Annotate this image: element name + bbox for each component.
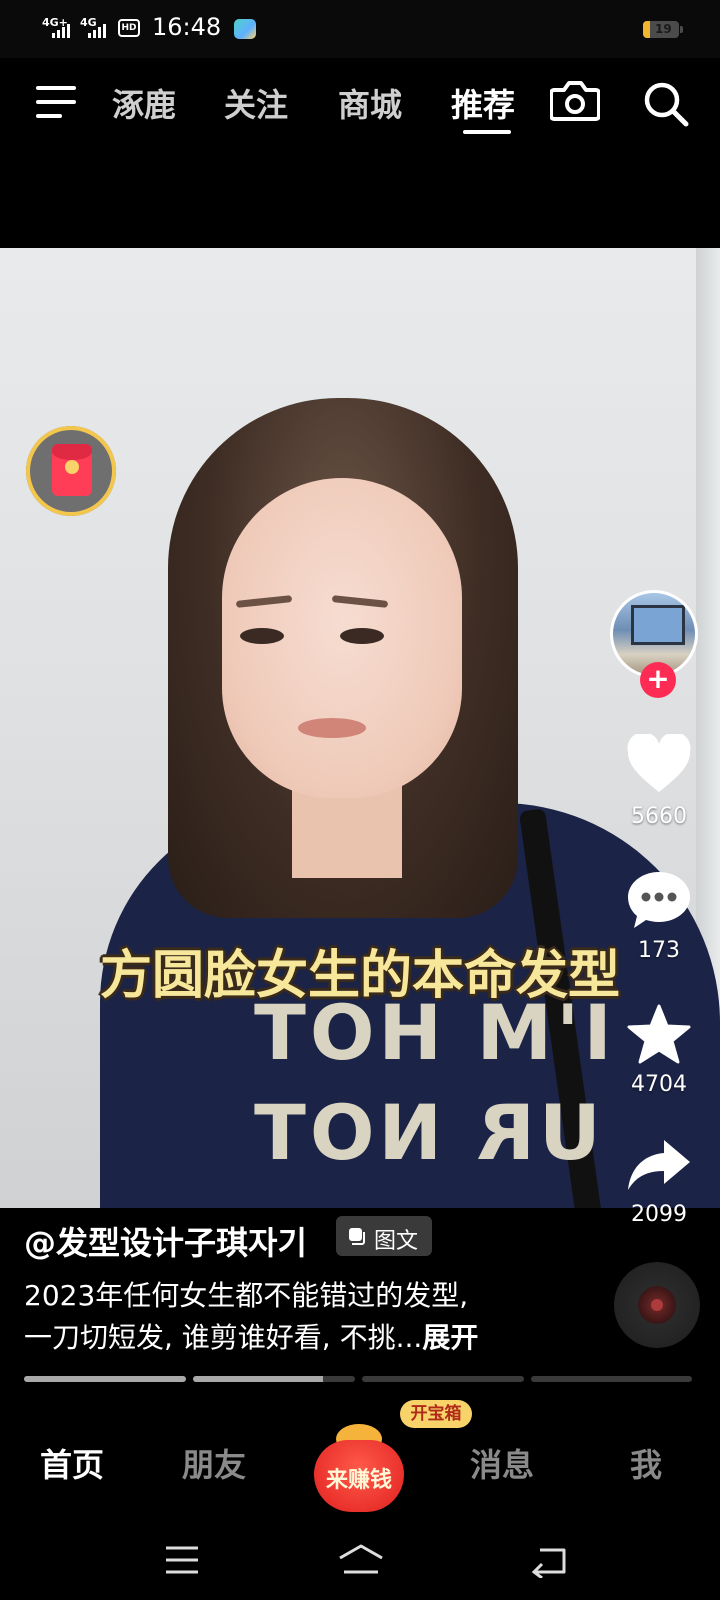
nav-messages[interactable]: 消息 — [470, 1440, 534, 1486]
bottom-nav: 首页 朋友 来赚钱 开宝箱 消息 我 — [0, 1400, 720, 1520]
progress-segment — [24, 1376, 186, 1382]
post-type-badge: 图文 — [336, 1216, 432, 1256]
expand-link[interactable]: 展开 — [422, 1321, 478, 1354]
status-bar: 4G+ 4G HD 16:48 19 — [0, 0, 720, 58]
clock: 16:48 — [152, 13, 222, 41]
nav-me[interactable]: 我 — [630, 1440, 662, 1486]
lips — [298, 718, 366, 738]
home-icon[interactable] — [336, 1542, 386, 1578]
music-disc[interactable] — [614, 1262, 700, 1348]
post-description-line1: 2023年任何女生都不能错过的发型, — [24, 1279, 469, 1312]
earn-money-button[interactable]: 来赚钱 — [310, 1410, 406, 1512]
battery-level — [643, 21, 650, 38]
app-notification-icon — [234, 19, 256, 39]
recent-apps-icon[interactable] — [162, 1542, 202, 1578]
menu-icon[interactable] — [36, 86, 76, 118]
red-envelope-icon — [52, 444, 92, 496]
post-description-line2-text: 一刀切短发, 谁剪谁好看, 不挑... — [24, 1321, 423, 1354]
comment-count: 173 — [638, 938, 680, 963]
camera-icon[interactable] — [549, 78, 601, 122]
shirt-print-line2: UR NOT — [250, 1088, 601, 1177]
nav-friends[interactable]: 朋友 — [182, 1440, 246, 1486]
tab-following[interactable]: 关注 — [224, 80, 288, 126]
battery-percent: 19 — [655, 22, 672, 36]
system-nav-bar — [0, 1520, 720, 1600]
right-eye — [340, 628, 384, 644]
tab-local[interactable]: 涿鹿 — [112, 80, 176, 126]
carousel-progress — [24, 1376, 692, 1382]
post-description-line2: 一刀切短发, 谁剪谁好看, 不挑...展开 — [24, 1316, 478, 1356]
progress-segment — [193, 1376, 355, 1382]
comment-icon[interactable] — [626, 870, 692, 930]
author-name[interactable]: @发型设计子琪자기 — [24, 1218, 307, 1264]
search-icon[interactable] — [642, 80, 690, 128]
video-player[interactable]: I'M HOT UR NOT 方圆脸女生的本命发型 — [0, 248, 720, 1208]
red-packet-button[interactable] — [26, 426, 116, 516]
left-eye — [240, 628, 284, 644]
tab-mall[interactable]: 商城 — [338, 80, 402, 126]
favorite-star-icon[interactable] — [626, 1004, 692, 1064]
active-tab-indicator — [463, 130, 511, 134]
hd-voice-icon: HD — [118, 19, 140, 37]
like-count: 5660 — [631, 804, 687, 829]
back-icon[interactable] — [530, 1542, 570, 1580]
image-post-icon — [348, 1227, 366, 1245]
battery-icon: 19 — [643, 21, 683, 38]
sim2-network-label: 4G — [80, 16, 97, 29]
earn-money-label: 来赚钱 — [325, 1468, 392, 1493]
tab-recommend[interactable]: 推荐 — [451, 80, 515, 126]
progress-segment — [531, 1376, 692, 1382]
post-type-label: 图文 — [374, 1229, 419, 1254]
favorite-count: 4704 — [631, 1072, 687, 1097]
treasure-chest-badge[interactable]: 开宝箱 — [400, 1400, 472, 1428]
top-nav: 涿鹿 关注 商城 推荐 — [0, 58, 720, 148]
share-count: 2099 — [631, 1202, 687, 1227]
follow-plus-icon[interactable]: + — [640, 662, 676, 698]
progress-segment — [362, 1376, 524, 1382]
share-arrow-icon[interactable] — [626, 1136, 692, 1196]
like-heart-icon[interactable] — [626, 731, 692, 794]
nav-home[interactable]: 首页 — [40, 1440, 104, 1486]
